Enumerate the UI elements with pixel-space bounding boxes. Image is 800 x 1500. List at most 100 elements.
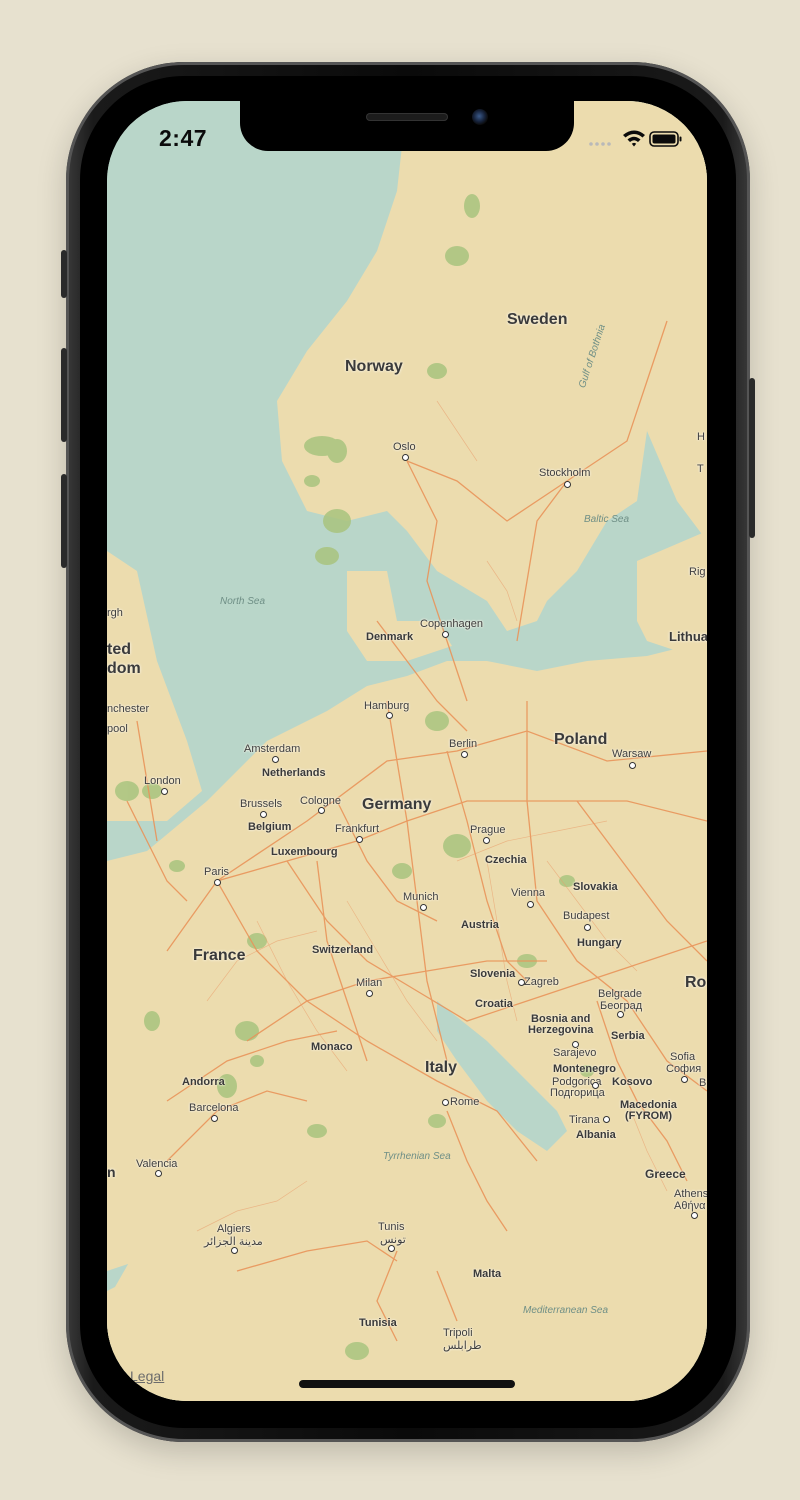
label-prague: Prague — [470, 824, 506, 836]
label-helsinki: H — [697, 431, 705, 443]
marker-london — [161, 788, 168, 795]
label-tunis: Tunis — [378, 1221, 405, 1233]
marker-paris — [214, 879, 221, 886]
marker-frankfurt — [356, 836, 363, 843]
label-sweden: Sweden — [507, 311, 568, 328]
label-rome: Rome — [450, 1096, 480, 1108]
label-germany: Germany — [362, 796, 432, 813]
label-switzerland: Switzerland — [312, 944, 374, 956]
label-cologne: Cologne — [300, 795, 341, 807]
label-austria: Austria — [461, 919, 499, 931]
label-netherlands: Netherlands — [262, 767, 326, 779]
battery-icon — [649, 131, 682, 147]
label-istanbul: B — [699, 1077, 707, 1089]
label-hungary: Hungary — [577, 937, 622, 949]
home-indicator[interactable] — [299, 1380, 515, 1388]
label-valencia: Valencia — [136, 1158, 178, 1170]
marker-zagreb — [518, 979, 525, 986]
label-london: London — [144, 775, 181, 787]
label-riga: Rig — [689, 566, 706, 578]
label-belgrade: Belgrade — [598, 988, 643, 1000]
label-tallinn: T — [697, 463, 704, 475]
label-macedonia-line2: (FYROM) — [625, 1110, 673, 1122]
marker-algiers — [231, 1247, 238, 1254]
label-tyrrhenian-sea: Tyrrhenian Sea — [383, 1151, 451, 1162]
marker-tirana — [603, 1116, 610, 1123]
label-tripoli: Tripoli — [443, 1327, 473, 1339]
label-tripoli-ar: طرابلس — [443, 1340, 482, 1352]
marker-warsaw — [629, 762, 636, 769]
label-tunisia: Tunisia — [359, 1317, 397, 1329]
marker-munich — [420, 904, 427, 911]
marker-hamburg — [386, 712, 393, 719]
power-button — [749, 378, 755, 538]
label-bosnia-line2: Herzegovina — [528, 1024, 594, 1036]
label-malta: Malta — [473, 1268, 502, 1280]
label-milan: Milan — [356, 977, 383, 989]
cellular-signal-icon — [589, 142, 611, 146]
label-andorra: Andorra — [182, 1076, 225, 1088]
label-hamburg: Hamburg — [364, 700, 410, 712]
label-algiers: Algiers — [217, 1223, 251, 1235]
label-denmark: Denmark — [366, 631, 414, 643]
label-luxembourg: Luxembourg — [271, 846, 338, 858]
label-copenhagen: Copenhagen — [420, 618, 484, 630]
label-tirana: Tirana — [569, 1114, 600, 1126]
marker-valencia — [155, 1170, 162, 1177]
label-manchester: nchester — [107, 703, 150, 715]
marker-copenhagen — [442, 631, 449, 638]
legal-link[interactable]: Legal — [130, 1368, 164, 1384]
label-slovakia: Slovakia — [573, 881, 618, 893]
marker-athens — [691, 1212, 698, 1219]
label-uk-line2: dom — [107, 660, 141, 677]
marker-oslo — [402, 454, 409, 461]
marker-amsterdam — [272, 756, 279, 763]
label-slovenia: Slovenia — [470, 968, 516, 980]
marker-vienna — [527, 901, 534, 908]
label-baltic-sea: Baltic Sea — [584, 514, 630, 525]
marker-prague — [483, 837, 490, 844]
label-lithuania: Lithua — [669, 629, 707, 644]
marker-podgorica — [592, 1082, 599, 1089]
label-serbia: Serbia — [611, 1030, 645, 1042]
label-athens-gr: Αθήνα — [674, 1200, 706, 1212]
status-indicators — [543, 127, 683, 151]
label-mediterranean-sea: Mediterranean Sea — [523, 1305, 609, 1316]
label-warsaw: Warsaw — [612, 748, 652, 760]
label-uk-line1: ted — [107, 641, 131, 658]
label-oslo: Oslo — [393, 441, 416, 453]
label-montenegro: Montenegro — [553, 1063, 616, 1075]
label-sofia: Sofia — [670, 1051, 696, 1063]
front-camera — [472, 109, 488, 125]
label-liverpool: pool — [107, 723, 128, 735]
label-kosovo: Kosovo — [612, 1076, 653, 1088]
label-sofia-cyr: София — [666, 1063, 702, 1075]
label-norway: Norway — [345, 358, 403, 375]
label-barcelona: Barcelona — [189, 1102, 239, 1114]
marker-budapest — [584, 924, 591, 931]
label-belgium: Belgium — [248, 821, 292, 833]
label-monaco: Monaco — [311, 1041, 353, 1053]
label-paris: Paris — [204, 866, 230, 878]
notch — [240, 101, 574, 151]
label-vienna: Vienna — [511, 887, 546, 899]
marker-milan — [366, 990, 373, 997]
marker-tunis — [388, 1245, 395, 1252]
label-croatia: Croatia — [475, 998, 513, 1010]
mute-switch — [61, 250, 67, 298]
marker-stockholm — [564, 481, 571, 488]
label-frankfurt: Frankfurt — [335, 823, 380, 835]
label-edinburgh: rgh — [107, 607, 123, 619]
label-tunis-ar: تونس — [380, 1234, 406, 1246]
marker-brussels — [260, 811, 267, 818]
marker-cologne — [318, 807, 325, 814]
volume-down-button — [61, 474, 67, 568]
earpiece-speaker — [366, 113, 448, 121]
marker-belgrade — [617, 1011, 624, 1018]
status-time: 2:47 — [159, 125, 208, 151]
label-berlin: Berlin — [449, 738, 478, 750]
volume-up-button — [61, 348, 67, 442]
marker-rome — [442, 1099, 449, 1106]
phone-screen: Sweden Norway Gulf of Bothnia H T Oslo S… — [107, 101, 707, 1401]
label-budapest: Budapest — [563, 910, 610, 922]
